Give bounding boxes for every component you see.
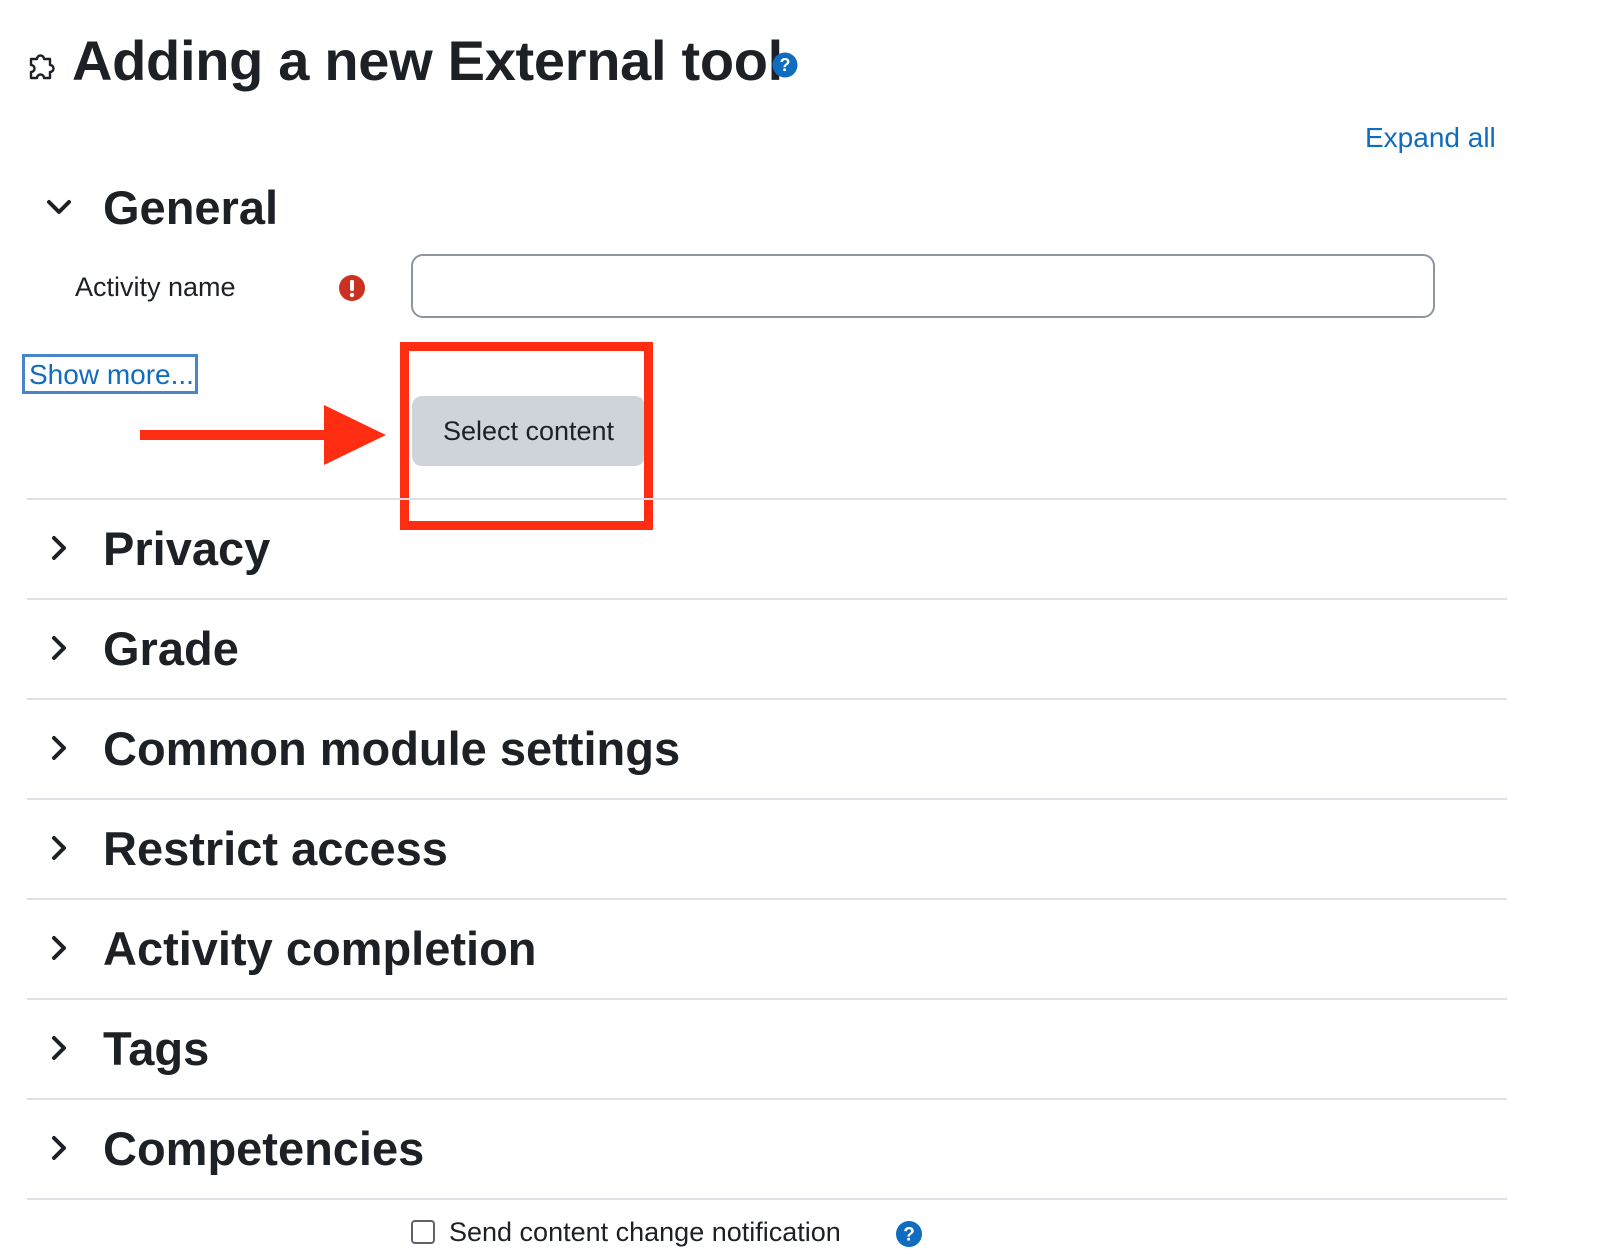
section-title-activity-completion[interactable]: Activity completion: [103, 919, 537, 979]
section-title-general[interactable]: General: [103, 178, 278, 238]
help-icon[interactable]: ?: [772, 52, 798, 78]
section-divider: [27, 798, 1507, 800]
section-divider: [27, 1098, 1507, 1100]
chevron-right-icon[interactable]: [44, 1033, 74, 1063]
send-notification-checkbox[interactable]: [411, 1220, 435, 1244]
section-divider: [27, 698, 1507, 700]
svg-text:?: ?: [780, 55, 791, 75]
show-more-link[interactable]: Show more...: [22, 354, 198, 394]
chevron-down-icon[interactable]: [44, 192, 74, 222]
section-title-restrict-access[interactable]: Restrict access: [103, 819, 448, 879]
chevron-right-icon[interactable]: [44, 833, 74, 863]
section-title-common-module-settings[interactable]: Common module settings: [103, 719, 680, 779]
puzzle-piece-icon: [29, 54, 55, 80]
send-notification-label[interactable]: Send content change notification: [449, 1217, 841, 1248]
chevron-right-icon[interactable]: [44, 1133, 74, 1163]
svg-text:?: ?: [903, 1225, 915, 1246]
chevron-right-icon[interactable]: [44, 633, 74, 663]
section-divider: [27, 1198, 1507, 1200]
exclamation-circle-icon: [339, 275, 365, 301]
chevron-right-icon[interactable]: [44, 533, 74, 563]
page-title: Adding a new External tool: [72, 29, 783, 92]
section-divider: [27, 498, 1507, 500]
select-content-button[interactable]: Select content: [412, 396, 645, 466]
activity-name-label: Activity name: [75, 272, 236, 302]
help-icon[interactable]: ?: [895, 1220, 923, 1248]
expand-all-link[interactable]: Expand all: [1365, 122, 1496, 154]
section-divider: [27, 598, 1507, 600]
section-title-privacy[interactable]: Privacy: [103, 519, 270, 579]
chevron-right-icon[interactable]: [44, 933, 74, 963]
section-divider: [27, 998, 1507, 1000]
section-title-grade[interactable]: Grade: [103, 619, 239, 679]
annotation-arrow-icon: [140, 405, 386, 465]
chevron-right-icon[interactable]: [44, 733, 74, 763]
section-title-tags[interactable]: Tags: [103, 1019, 209, 1079]
activity-name-input[interactable]: [411, 254, 1435, 318]
section-divider: [27, 898, 1507, 900]
section-title-competencies[interactable]: Competencies: [103, 1119, 424, 1179]
